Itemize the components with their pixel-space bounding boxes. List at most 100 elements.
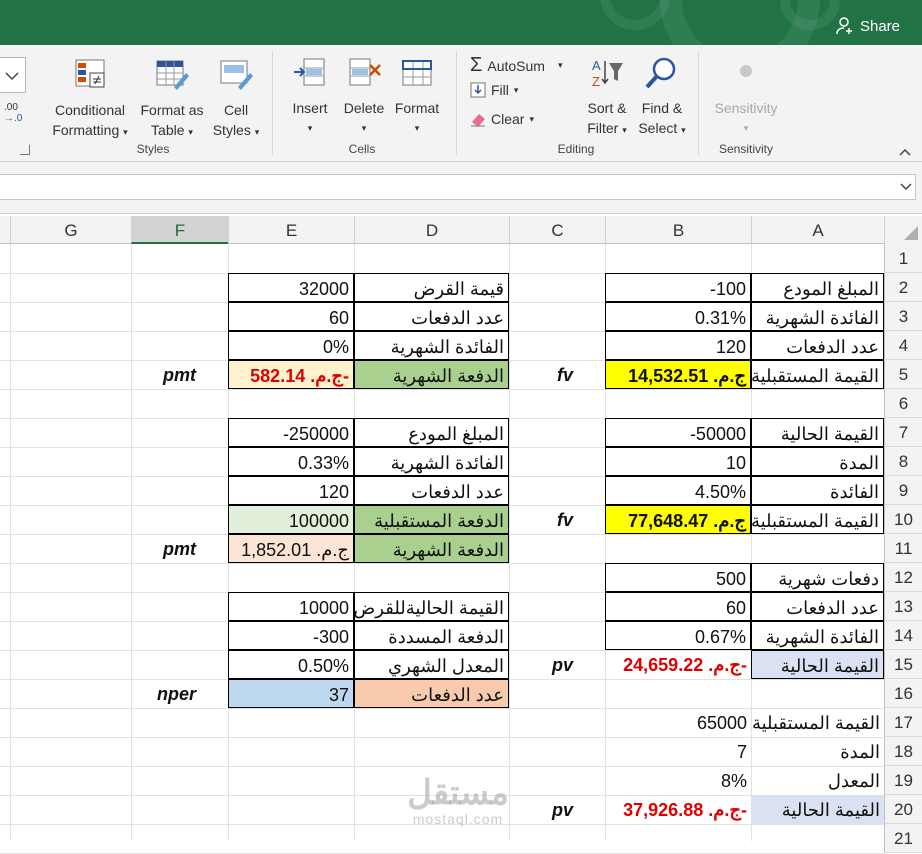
- row-header[interactable]: 11: [884, 534, 922, 563]
- cell-b4[interactable]: 120: [605, 331, 751, 360]
- row-header[interactable]: 13: [884, 592, 922, 621]
- row-header[interactable]: 14: [884, 621, 922, 650]
- row-header[interactable]: 8: [884, 447, 922, 476]
- cell-a5[interactable]: القيمة المستقبلية: [751, 360, 884, 389]
- cell-b19[interactable]: 8%: [605, 766, 751, 795]
- cell-a18[interactable]: المدة: [751, 737, 884, 766]
- cell-a20[interactable]: القيمة الحالية: [751, 795, 884, 824]
- share-button[interactable]: Share: [836, 17, 900, 35]
- autosum-button[interactable]: Σ AutoSum ▾: [470, 54, 563, 77]
- row-header[interactable]: 17: [884, 708, 922, 737]
- column-header-g[interactable]: G: [10, 216, 131, 244]
- collapse-ribbon-icon[interactable]: [898, 147, 912, 157]
- cell-e10[interactable]: 100000: [228, 505, 354, 534]
- row-header[interactable]: 21: [884, 824, 922, 853]
- row-header[interactable]: 1: [884, 244, 922, 273]
- format-as-table-button[interactable]: Format as Table ▾: [136, 57, 208, 142]
- cell-b15[interactable]: ج.م. 24,659.22-: [605, 650, 751, 679]
- cell-a4[interactable]: عدد الدفعات: [751, 331, 884, 360]
- column-header-d[interactable]: D: [354, 216, 509, 244]
- cell-a19[interactable]: المعدل: [751, 766, 884, 795]
- cell-b13[interactable]: 60: [605, 592, 751, 621]
- delete-button[interactable]: Delete ▾: [338, 55, 390, 138]
- row-header[interactable]: 5: [884, 360, 922, 389]
- row-header[interactable]: 3: [884, 302, 922, 331]
- sort-filter-button[interactable]: AZ Sort & Filter ▾: [580, 55, 634, 140]
- number-format-dropdown[interactable]: [0, 57, 26, 93]
- cell-a9[interactable]: الفائدة: [751, 476, 884, 505]
- row-header[interactable]: 2: [884, 273, 922, 302]
- row-header[interactable]: 15: [884, 650, 922, 679]
- cell-b14[interactable]: 0.67%: [605, 621, 751, 650]
- cell-e2[interactable]: 32000: [228, 273, 354, 302]
- cell-b7[interactable]: -50000: [605, 418, 751, 447]
- row-header[interactable]: 16: [884, 679, 922, 708]
- cell-d16[interactable]: عدد الدفعات: [354, 679, 509, 708]
- row-header[interactable]: 7: [884, 418, 922, 447]
- row-header[interactable]: 6: [884, 389, 922, 418]
- cell-a3[interactable]: الفائدة الشهرية: [751, 302, 884, 331]
- formula-note-f11[interactable]: pmt: [131, 534, 196, 563]
- column-header-f[interactable]: F: [131, 216, 228, 244]
- cell-e14[interactable]: -300: [228, 621, 354, 650]
- cell-d2[interactable]: قيمة القرض: [354, 273, 509, 302]
- cell-d11[interactable]: الدفعة الشهرية: [354, 534, 509, 563]
- find-select-button[interactable]: Find & Select ▾: [634, 55, 690, 140]
- row-header[interactable]: 12: [884, 563, 922, 592]
- cell-b5[interactable]: ج.م. 14,532.51: [605, 360, 751, 389]
- cell-d3[interactable]: عدد الدفعات: [354, 302, 509, 331]
- column-header-e[interactable]: E: [228, 216, 354, 244]
- cell-b20[interactable]: ج.م. 37,926.88-: [605, 795, 751, 824]
- cell-a7[interactable]: القيمة الحالية: [751, 418, 884, 447]
- cell-d14[interactable]: الدفعة المسددة: [354, 621, 509, 650]
- formula-note-f5[interactable]: pmt: [131, 360, 196, 389]
- cell-e9[interactable]: 120: [228, 476, 354, 505]
- formula-note-c10[interactable]: fv: [509, 505, 573, 534]
- cell-e5[interactable]: ج.م. 582.14-: [228, 360, 354, 389]
- cell-styles-button[interactable]: Cell Styles ▾: [208, 57, 264, 142]
- conditional-formatting-button[interactable]: Conditional Formatting ▾: [46, 57, 134, 142]
- column-header-c[interactable]: C: [509, 216, 605, 244]
- cell-b2[interactable]: -100: [605, 273, 751, 302]
- cell-a10[interactable]: القيمة المستقبلية: [751, 505, 884, 534]
- cell-d4[interactable]: الفائدة الشهرية: [354, 331, 509, 360]
- cell-e15[interactable]: 0.50%: [228, 650, 354, 679]
- cell-a2[interactable]: المبلغ المودع: [751, 273, 884, 302]
- format-button[interactable]: Format ▾: [392, 55, 442, 138]
- cell-a17[interactable]: القيمة المستقبلية: [751, 708, 884, 737]
- cell-e7[interactable]: -250000: [228, 418, 354, 447]
- cell-d9[interactable]: عدد الدفعات: [354, 476, 509, 505]
- formula-note-c15[interactable]: pv: [509, 650, 573, 679]
- cell-b8[interactable]: 10: [605, 447, 751, 476]
- column-header-b[interactable]: B: [605, 216, 751, 244]
- formula-bar[interactable]: [0, 174, 916, 200]
- formula-note-f16[interactable]: nper: [131, 679, 196, 708]
- cell-a13[interactable]: عدد الدفعات: [751, 592, 884, 621]
- cell-a8[interactable]: المدة: [751, 447, 884, 476]
- formula-note-c5[interactable]: fv: [509, 360, 573, 389]
- row-header[interactable]: 20: [884, 795, 922, 824]
- cell-a15[interactable]: القيمة الحالية: [751, 650, 884, 679]
- row-header[interactable]: 9: [884, 476, 922, 505]
- cell-d8[interactable]: الفائدة الشهرية: [354, 447, 509, 476]
- cell-b10[interactable]: ج.م. 77,648.47: [605, 505, 751, 534]
- fill-button[interactable]: Fill ▾: [470, 82, 518, 98]
- row-header[interactable]: 4: [884, 331, 922, 360]
- row-header[interactable]: 10: [884, 505, 922, 534]
- cell-b17[interactable]: 65000: [605, 708, 751, 737]
- cell-b12[interactable]: 500: [605, 563, 751, 592]
- cell-b9[interactable]: 4.50%: [605, 476, 751, 505]
- cell-e4[interactable]: 0%: [228, 331, 354, 360]
- cell-e16[interactable]: 37: [228, 679, 354, 708]
- worksheet-grid[interactable]: المبلغ المودع الفائدة الشهرية عدد الدفعات ا…: [0, 244, 884, 854]
- cell-e8[interactable]: 0.33%: [228, 447, 354, 476]
- insert-button[interactable]: Insert ▾: [286, 55, 334, 138]
- sensitivity-button[interactable]: Sensitivity ▾: [708, 55, 784, 138]
- cell-b3[interactable]: 0.31%: [605, 302, 751, 331]
- clear-button[interactable]: Clear ▾: [470, 111, 534, 127]
- cell-e13[interactable]: 10000: [228, 592, 354, 621]
- cell-a12[interactable]: دفعات شهرية: [751, 563, 884, 592]
- cell-e11[interactable]: ج.م. 1,852.01: [228, 534, 354, 563]
- cell-d13[interactable]: القيمة الحاليةللقرض: [354, 592, 509, 621]
- select-all-corner[interactable]: [884, 216, 922, 244]
